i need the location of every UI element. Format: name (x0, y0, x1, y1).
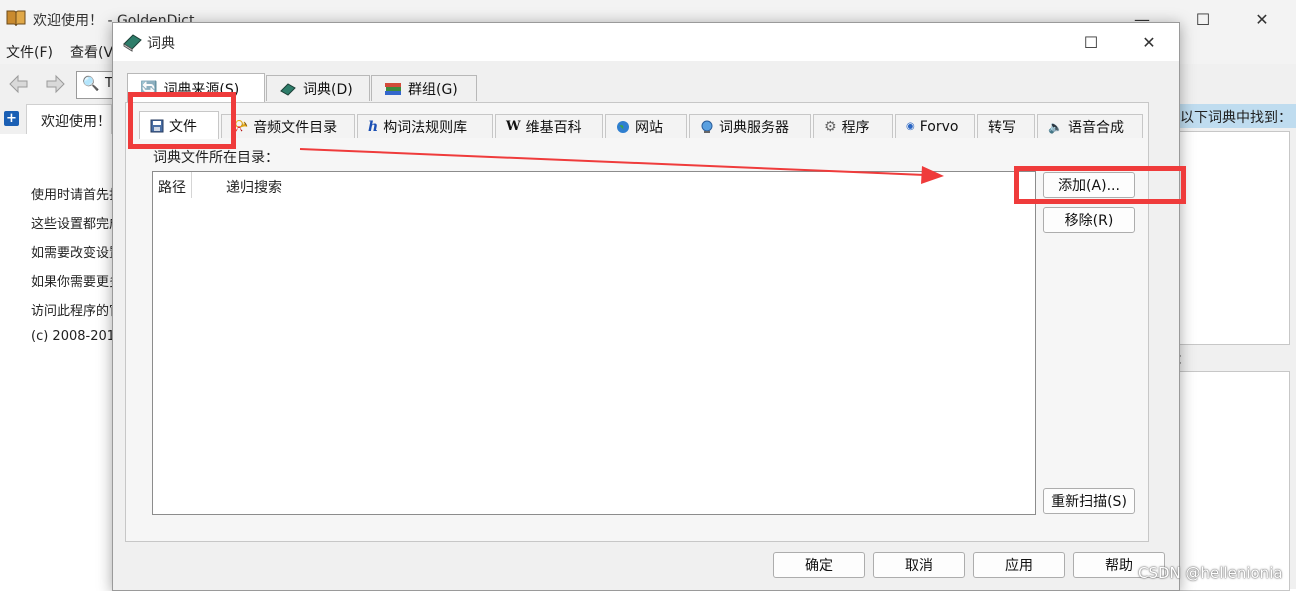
watermark: CSDN @hellenionia (1138, 564, 1283, 582)
annotation-arrow (299, 148, 944, 184)
